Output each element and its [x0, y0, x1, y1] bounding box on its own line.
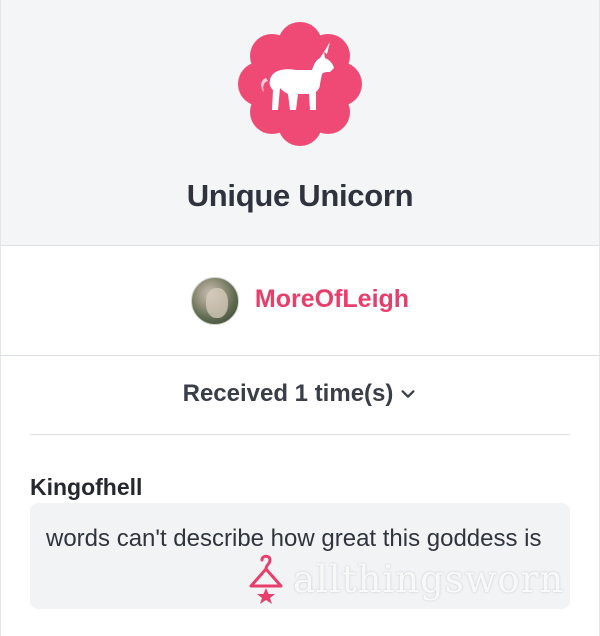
comment-author: Kingofhell	[30, 474, 143, 500]
avatar[interactable]	[190, 276, 239, 325]
comment-text: words can't describe how great this godd…	[46, 525, 542, 552]
giver-row: MoreOfLeigh	[1, 246, 599, 356]
badge-header: Unique Unicorn	[1, 0, 599, 246]
divider	[30, 434, 570, 435]
chevron-down-icon	[401, 390, 415, 398]
comment-bubble: words can't describe how great this godd…	[30, 503, 570, 609]
badge-detail-panel: Unique Unicorn MoreOfLeigh Received 1 ti…	[0, 0, 600, 636]
received-count-label: Received 1 time(s)	[182, 380, 394, 407]
badge-title: Unique Unicorn	[186, 178, 414, 213]
giver-name-link[interactable]: MoreOfLeigh	[255, 285, 409, 314]
received-toggle[interactable]: Received 1 time(s)	[1, 380, 599, 408]
unicorn-icon	[238, 22, 362, 146]
